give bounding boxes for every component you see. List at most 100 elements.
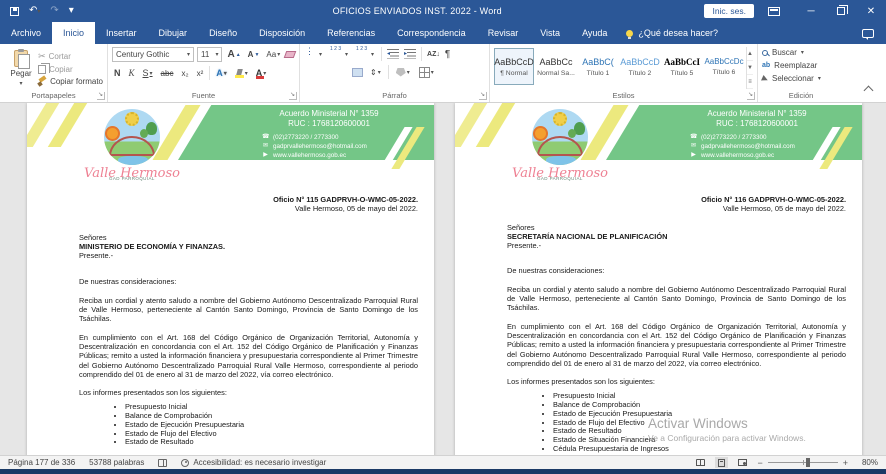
bullets-button[interactable]: ▾ bbox=[304, 48, 324, 60]
style-titulo-5[interactable]: AaBbCcI Título 5 bbox=[662, 48, 702, 85]
find-button[interactable]: Buscar▾ bbox=[762, 48, 840, 57]
italic-button[interactable]: K bbox=[127, 67, 137, 79]
tab-insertar[interactable]: Insertar bbox=[95, 22, 148, 44]
styles-scroll-up-icon[interactable]: ▲ bbox=[747, 47, 753, 61]
ribbon-display-options-icon[interactable] bbox=[768, 7, 780, 16]
tab-revisar[interactable]: Revisar bbox=[477, 22, 530, 44]
tab-disposicion[interactable]: Disposición bbox=[248, 22, 316, 44]
logo-subtitle: GAD PARROQUIAL bbox=[537, 176, 625, 181]
bold-button[interactable]: N bbox=[112, 67, 123, 79]
numbering-button[interactable]: ▾ bbox=[329, 48, 350, 60]
zoom-slider-thumb[interactable] bbox=[806, 458, 810, 467]
sort-button[interactable]: AZ↓ bbox=[427, 51, 440, 58]
recipient: SECRETARÍA NACIONAL DE PLANIFICACIÓN bbox=[507, 232, 846, 241]
tab-correspondencia[interactable]: Correspondencia bbox=[386, 22, 477, 44]
cut-button[interactable]: ✂ Cortar bbox=[38, 51, 103, 62]
customize-qat-icon[interactable]: ▾ bbox=[69, 6, 74, 16]
river-icon bbox=[118, 156, 148, 165]
clipboard-dialog-launcher[interactable]: ↘ bbox=[97, 92, 105, 100]
tab-inicio[interactable]: Inicio bbox=[52, 22, 95, 44]
tab-referencias[interactable]: Referencias bbox=[316, 22, 386, 44]
tab-ayuda[interactable]: Ayuda bbox=[571, 22, 618, 44]
redo-icon[interactable]: ↷ bbox=[50, 6, 58, 16]
show-marks-button[interactable]: ¶ bbox=[445, 49, 450, 60]
zoom-slider[interactable] bbox=[768, 462, 838, 463]
page-indicator[interactable]: Página 177 de 336 bbox=[8, 458, 75, 467]
font-size-combo[interactable]: 11▾ bbox=[197, 47, 223, 62]
font-name-combo[interactable]: Century Gothic▾ bbox=[112, 47, 194, 62]
align-center-button[interactable] bbox=[320, 68, 331, 77]
document-area[interactable]: Acuerdo Ministerial N° 1359 RUC : 176812… bbox=[0, 103, 886, 455]
minimize-button[interactable]: ─ bbox=[796, 0, 826, 22]
font-group-label: Fuente bbox=[108, 91, 299, 100]
format-painter-button[interactable]: Copiar formato bbox=[38, 77, 103, 86]
styles-dialog-launcher[interactable]: ↘ bbox=[747, 92, 755, 100]
sign-in-button[interactable]: Inic. ses. bbox=[704, 4, 754, 18]
comments-icon[interactable] bbox=[862, 29, 874, 38]
list-item: Estado de Resultado bbox=[125, 438, 418, 447]
font-dialog-launcher[interactable]: ↘ bbox=[289, 92, 297, 100]
letter-body[interactable]: Oficio N° 116 GADPRVH-O-WMC-05-2022. Val… bbox=[455, 195, 862, 453]
paste-button[interactable]: Pegar ▾ bbox=[4, 47, 38, 89]
align-left-button[interactable] bbox=[304, 68, 315, 77]
copy-button[interactable]: Copiar bbox=[38, 65, 103, 74]
styles-scroll-down-icon[interactable]: ▼ bbox=[747, 61, 753, 75]
undo-icon[interactable]: ↶▾ bbox=[29, 6, 40, 17]
zoom-in-button[interactable]: + bbox=[843, 458, 848, 468]
shading-button[interactable]: ▾ bbox=[394, 67, 412, 78]
document-page-1[interactable]: Acuerdo Ministerial N° 1359 RUC : 176812… bbox=[27, 103, 434, 455]
paragraph-group: ▾ ▾ ▾ AZ↓ ¶ ⇕▾ ▾ ▾ Párrafo ↘ bbox=[300, 44, 490, 102]
salutation: Señores bbox=[79, 233, 418, 242]
underline-button[interactable]: S▾ bbox=[141, 67, 155, 79]
collapse-ribbon-icon[interactable] bbox=[862, 84, 876, 94]
print-layout-button[interactable] bbox=[715, 457, 728, 468]
letter-body[interactable]: Oficio N° 115 GADPRVH-O-WMC-05-2022. Val… bbox=[27, 195, 434, 447]
zoom-percentage[interactable]: 80% bbox=[856, 458, 878, 467]
paragraph-dialog-launcher[interactable]: ↘ bbox=[479, 92, 487, 100]
proofing-button[interactable] bbox=[158, 459, 167, 467]
decrease-indent-button[interactable] bbox=[387, 49, 399, 59]
strikethrough-button[interactable]: abc bbox=[159, 68, 176, 79]
tell-me-box[interactable]: ¿Qué desea hacer? bbox=[618, 22, 726, 44]
borders-button[interactable]: ▾ bbox=[417, 66, 436, 79]
document-page-2[interactable]: Acuerdo Ministerial N° 1359 RUC : 176812… bbox=[455, 103, 862, 455]
styles-gallery-more-icon[interactable]: ≡ bbox=[747, 75, 753, 89]
zoom-out-button[interactable]: − bbox=[757, 458, 762, 468]
subscript-button[interactable]: x₂ bbox=[179, 68, 190, 79]
tab-archivo[interactable]: Archivo bbox=[0, 22, 52, 44]
align-right-button[interactable] bbox=[336, 68, 347, 77]
superscript-button[interactable]: x² bbox=[195, 68, 206, 79]
line-spacing-button[interactable]: ⇕▾ bbox=[368, 67, 383, 78]
justify-button[interactable] bbox=[352, 68, 363, 77]
river-icon bbox=[546, 156, 576, 165]
style-normal-sa[interactable]: AaBbCc Normal Sa... bbox=[536, 48, 576, 85]
replace-icon: ab bbox=[762, 62, 770, 69]
style-titulo-1[interactable]: AaBbC( Título 1 bbox=[578, 48, 618, 85]
tab-vista[interactable]: Vista bbox=[529, 22, 571, 44]
style-titulo-6[interactable]: AaBbCcDc Título 6 bbox=[704, 48, 744, 85]
highlight-button[interactable]: ▾ bbox=[233, 68, 250, 79]
change-case-button[interactable]: Aa▾ bbox=[264, 49, 282, 60]
tab-dibujar[interactable]: Dibujar bbox=[148, 22, 199, 44]
font-color-button[interactable]: A▾ bbox=[254, 67, 269, 79]
close-button[interactable]: ✕ bbox=[856, 0, 886, 22]
save-icon[interactable] bbox=[10, 7, 19, 16]
increase-indent-button[interactable] bbox=[404, 49, 416, 59]
multilevel-list-button[interactable]: ▾ bbox=[355, 48, 376, 60]
replace-button[interactable]: ab Reemplazar bbox=[762, 61, 840, 70]
style-titulo-2[interactable]: AaBbCcD Título 2 bbox=[620, 48, 660, 85]
paste-dropdown-icon[interactable]: ▾ bbox=[20, 80, 23, 87]
style-normal[interactable]: AaBbCcD ¶ Normal bbox=[494, 48, 534, 85]
web-layout-button[interactable] bbox=[736, 457, 749, 468]
clear-formatting-icon[interactable] bbox=[284, 51, 296, 58]
ruc-text: RUC : 1768120600001 bbox=[234, 119, 424, 129]
select-button[interactable]: Seleccionar▾ bbox=[762, 74, 840, 83]
text-effects-button[interactable]: A▾ bbox=[214, 67, 229, 79]
grow-font-button[interactable]: A▲ bbox=[225, 48, 242, 61]
shrink-font-button[interactable]: A▼ bbox=[246, 49, 262, 60]
read-mode-button[interactable] bbox=[694, 457, 707, 468]
accessibility-status[interactable]: Accesibilidad: es necesario investigar bbox=[181, 458, 326, 467]
tab-diseno[interactable]: Diseño bbox=[198, 22, 248, 44]
word-count[interactable]: 53788 palabras bbox=[89, 458, 144, 467]
restore-button[interactable] bbox=[826, 0, 856, 22]
